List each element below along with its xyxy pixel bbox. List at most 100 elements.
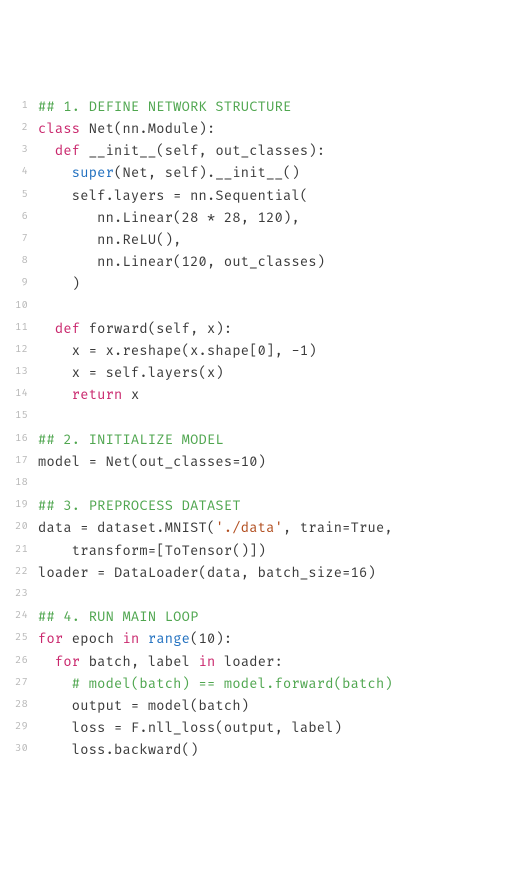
code-line: 8 nn.Linear(120, out_classes) bbox=[0, 252, 504, 274]
code-token: Net(nn.Module): bbox=[80, 122, 215, 138]
line-number: 16 bbox=[0, 431, 38, 448]
line-number: 14 bbox=[0, 386, 38, 403]
code-token: x bbox=[123, 388, 140, 404]
line-number: 1 bbox=[0, 98, 38, 115]
code-token bbox=[38, 388, 72, 404]
code-token: loader = DataLoader(data, batch_size=16) bbox=[38, 566, 376, 582]
code-token: in bbox=[199, 655, 216, 671]
code-line: 15 bbox=[0, 407, 504, 429]
code-line: 12 x = x.reshape(x.shape[0], -1) bbox=[0, 341, 504, 363]
code-token: def bbox=[55, 144, 80, 160]
code-token bbox=[139, 632, 147, 648]
code-token: nn.Linear(28 * 28, 120), bbox=[38, 211, 300, 227]
line-number: 18 bbox=[0, 475, 38, 492]
code-token: def bbox=[55, 322, 80, 338]
code-block: 1## 1. DEFINE NETWORK STRUCTURE2class Ne… bbox=[0, 97, 504, 763]
code-token: forward(self, x): bbox=[80, 322, 232, 338]
code-token: ## 3. PREPROCESS DATASET bbox=[38, 499, 241, 515]
code-line: 13 x = self.layers(x) bbox=[0, 363, 504, 385]
code-line: 26 for batch, label in loader: bbox=[0, 652, 504, 674]
code-line: 3 def __init__(self, out_classes): bbox=[0, 141, 504, 163]
line-number: 3 bbox=[0, 142, 38, 159]
code-token: data = dataset.MNIST( bbox=[38, 521, 215, 537]
code-token: transform=[ToTensor()]) bbox=[38, 544, 266, 560]
code-line: 24## 4. RUN MAIN LOOP bbox=[0, 607, 504, 629]
code-token: __init__(self, out_classes): bbox=[80, 144, 325, 160]
code-line: 30 loss.backward() bbox=[0, 740, 504, 762]
line-number: 13 bbox=[0, 364, 38, 381]
code-token: self.layers = nn.Sequential( bbox=[38, 189, 308, 205]
code-token: nn.ReLU(), bbox=[38, 233, 182, 249]
code-line: 23 bbox=[0, 585, 504, 607]
code-token: loss = F.nll_loss(output, label) bbox=[38, 721, 342, 737]
code-line: 19## 3. PREPROCESS DATASET bbox=[0, 496, 504, 518]
code-token: ## 1. DEFINE NETWORK STRUCTURE bbox=[38, 100, 291, 116]
line-number: 10 bbox=[0, 298, 38, 315]
code-line: 4 super(Net, self).__init__() bbox=[0, 163, 504, 185]
code-token: range bbox=[148, 632, 190, 648]
code-token bbox=[38, 677, 72, 693]
code-token: , train=True, bbox=[283, 521, 393, 537]
code-line: 9 ) bbox=[0, 274, 504, 296]
line-number: 21 bbox=[0, 542, 38, 559]
code-token: in bbox=[123, 632, 140, 648]
code-token: for bbox=[55, 655, 80, 671]
code-token: ## 4. RUN MAIN LOOP bbox=[38, 610, 199, 626]
code-token: nn.Linear(120, out_classes) bbox=[38, 255, 325, 271]
code-token: loss.backward() bbox=[38, 743, 199, 759]
code-line: 28 output = model(batch) bbox=[0, 696, 504, 718]
line-number: 11 bbox=[0, 320, 38, 337]
line-number: 26 bbox=[0, 653, 38, 670]
code-line: 11 def forward(self, x): bbox=[0, 319, 504, 341]
line-number: 15 bbox=[0, 408, 38, 425]
code-line: 20data = dataset.MNIST('./data', train=T… bbox=[0, 518, 504, 540]
code-token bbox=[38, 166, 72, 182]
code-line: 5 self.layers = nn.Sequential( bbox=[0, 186, 504, 208]
code-token: (Net, self).__init__() bbox=[114, 166, 300, 182]
line-number: 5 bbox=[0, 187, 38, 204]
line-number: 19 bbox=[0, 497, 38, 514]
line-number: 20 bbox=[0, 519, 38, 536]
line-number: 29 bbox=[0, 719, 38, 736]
code-line: 16## 2. INITIALIZE MODEL bbox=[0, 430, 504, 452]
code-line: 21 transform=[ToTensor()]) bbox=[0, 541, 504, 563]
code-token: output = model(batch) bbox=[38, 699, 249, 715]
code-token bbox=[38, 144, 55, 160]
code-token: ## 2. INITIALIZE MODEL bbox=[38, 433, 224, 449]
code-line: 29 loss = F.nll_loss(output, label) bbox=[0, 718, 504, 740]
line-number: 2 bbox=[0, 120, 38, 137]
code-line: 2class Net(nn.Module): bbox=[0, 119, 504, 141]
line-number: 7 bbox=[0, 231, 38, 248]
line-number: 12 bbox=[0, 342, 38, 359]
code-token: class bbox=[38, 122, 80, 138]
line-number: 9 bbox=[0, 275, 38, 292]
code-line: 17model = Net(out_classes=10) bbox=[0, 452, 504, 474]
code-line: 22loader = DataLoader(data, batch_size=1… bbox=[0, 563, 504, 585]
line-number: 25 bbox=[0, 630, 38, 647]
code-token: model = Net(out_classes=10) bbox=[38, 455, 266, 471]
code-line: 14 return x bbox=[0, 385, 504, 407]
code-token: x = self.layers(x) bbox=[38, 366, 224, 382]
code-line: 6 nn.Linear(28 * 28, 120), bbox=[0, 208, 504, 230]
code-token: epoch bbox=[63, 632, 122, 648]
line-number: 4 bbox=[0, 164, 38, 181]
code-line: 7 nn.ReLU(), bbox=[0, 230, 504, 252]
code-token: './data' bbox=[215, 521, 283, 537]
code-token bbox=[38, 655, 55, 671]
code-token bbox=[38, 322, 55, 338]
line-number: 28 bbox=[0, 697, 38, 714]
code-token: (10): bbox=[190, 632, 232, 648]
code-line: 25for epoch in range(10): bbox=[0, 629, 504, 651]
code-token: x = x.reshape(x.shape[0], -1) bbox=[38, 344, 317, 360]
code-token: for bbox=[38, 632, 63, 648]
code-token: super bbox=[72, 166, 114, 182]
code-token: return bbox=[72, 388, 123, 404]
code-token: batch, label bbox=[80, 655, 198, 671]
line-number: 17 bbox=[0, 453, 38, 470]
code-line: 18 bbox=[0, 474, 504, 496]
code-token: # model(batch) == model.forward(batch) bbox=[72, 677, 393, 693]
code-line: 10 bbox=[0, 297, 504, 319]
line-number: 6 bbox=[0, 209, 38, 226]
code-token: loader: bbox=[215, 655, 283, 671]
line-number: 27 bbox=[0, 675, 38, 692]
